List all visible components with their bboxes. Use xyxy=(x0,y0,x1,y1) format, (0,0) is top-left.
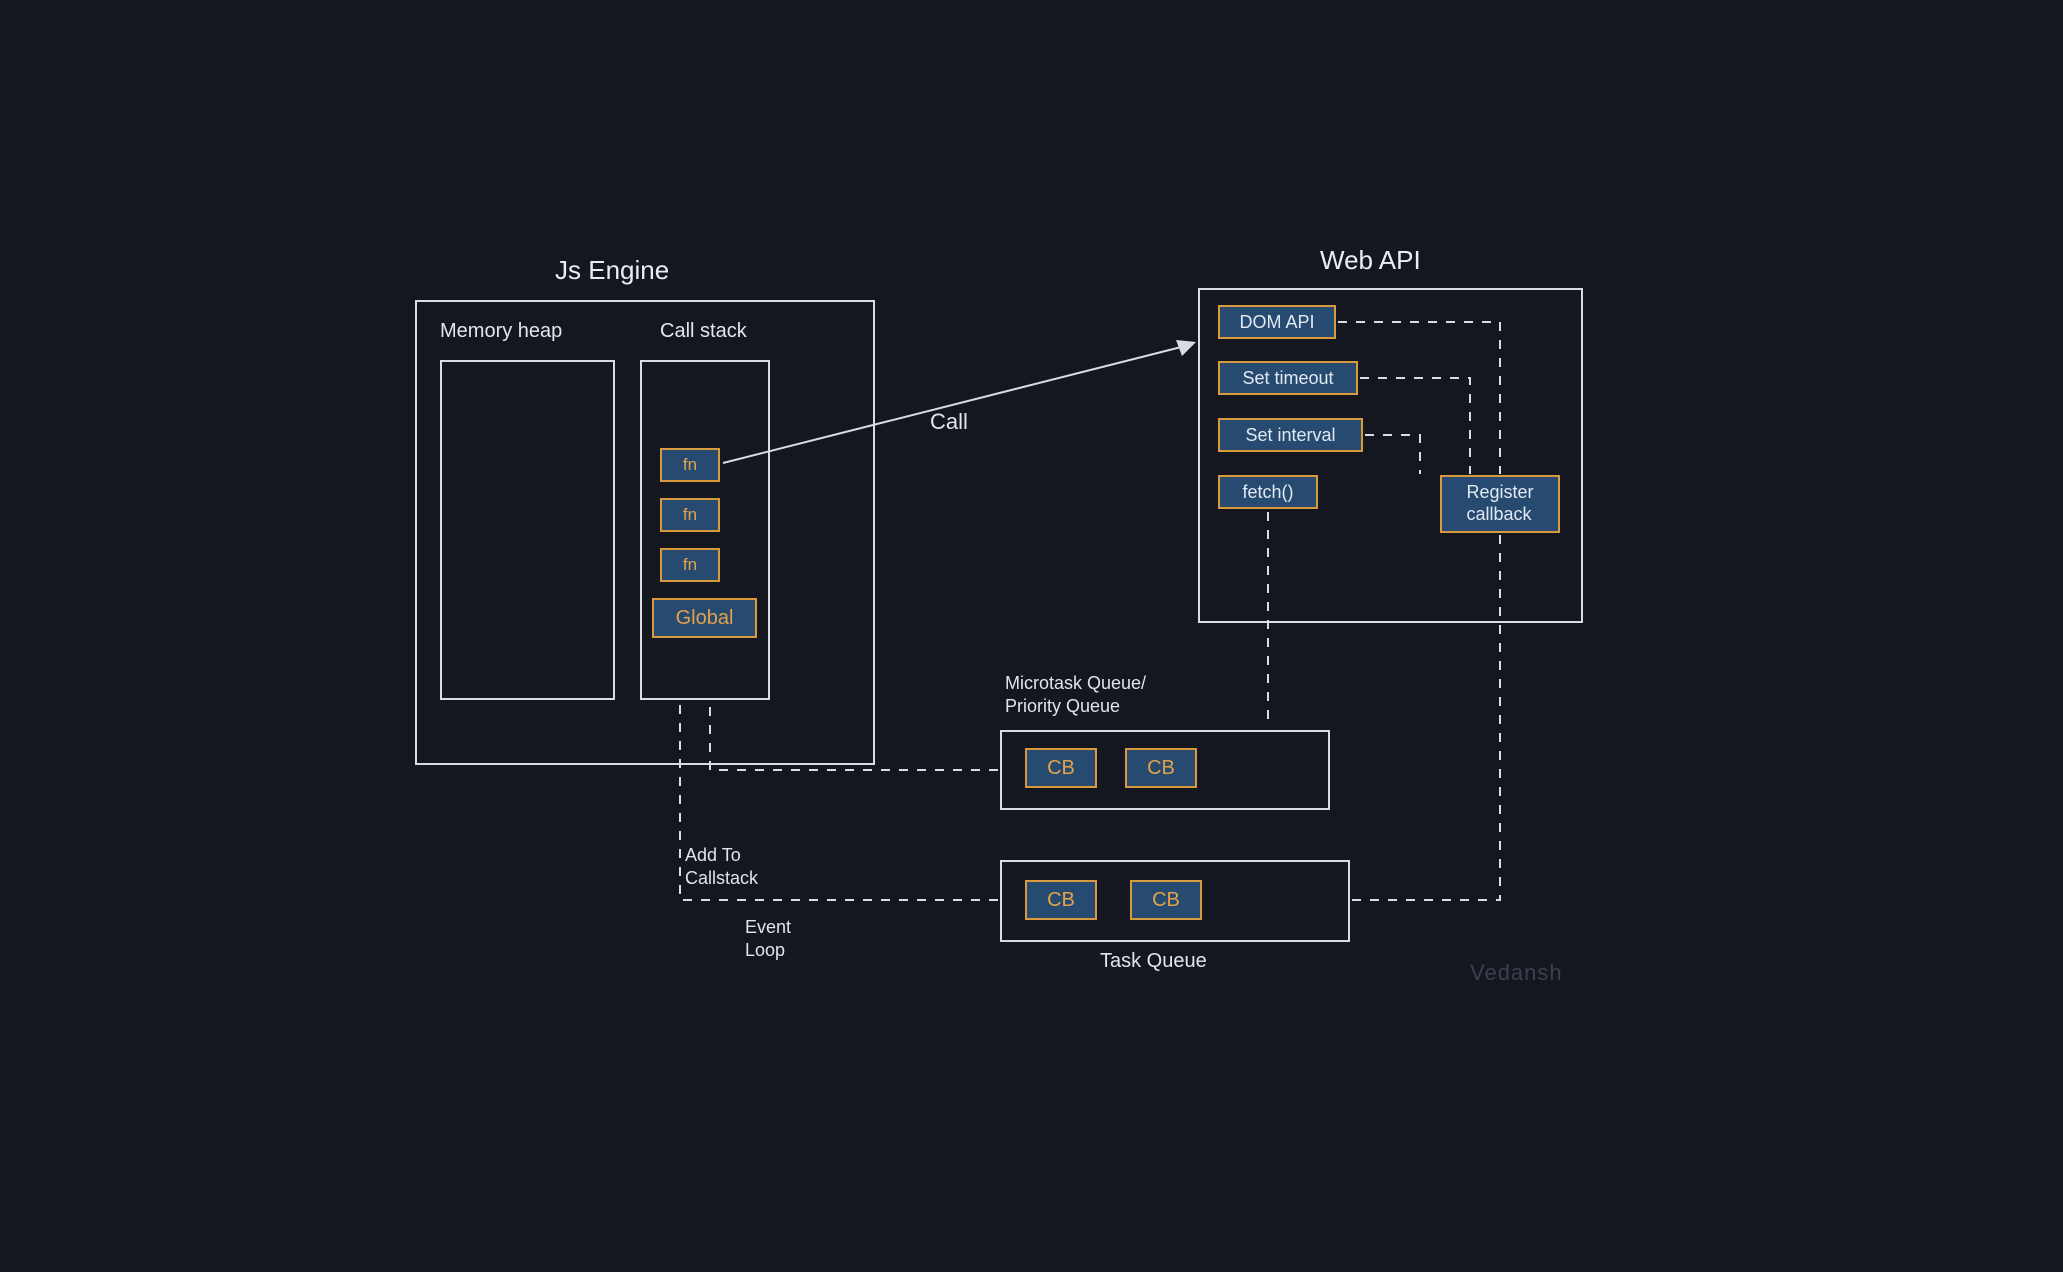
diagram-canvas: Js Engine Memory heap Call stack fn fn f… xyxy=(0,0,2063,1272)
microtask-cb-2: CB xyxy=(1125,748,1197,788)
memory-heap-box xyxy=(440,360,615,700)
author-watermark: Vedansh xyxy=(1470,960,1563,986)
webapi-set-interval: Set interval xyxy=(1218,418,1363,452)
webapi-register-callback: Register callback xyxy=(1440,475,1560,533)
memory-heap-label: Memory heap xyxy=(440,320,562,343)
event-loop-label: Event Loop xyxy=(745,916,791,961)
call-arrow-label: Call xyxy=(930,408,968,436)
web-api-title: Web API xyxy=(1320,245,1421,276)
microtask-cb-1: CB xyxy=(1025,748,1097,788)
webapi-set-timeout: Set timeout xyxy=(1218,361,1358,395)
webapi-dom-api: DOM API xyxy=(1218,305,1336,339)
js-engine-title: Js Engine xyxy=(555,255,669,286)
task-queue-label: Task Queue xyxy=(1100,950,1207,973)
task-cb-1: CB xyxy=(1025,880,1097,920)
microtask-queue-label: Microtask Queue/ Priority Queue xyxy=(1005,672,1146,717)
connectors-overlay xyxy=(0,0,2063,1272)
webapi-fetch: fetch() xyxy=(1218,475,1318,509)
stack-frame-global: Global xyxy=(652,598,757,638)
stack-frame-fn-bot: fn xyxy=(660,548,720,582)
task-cb-2: CB xyxy=(1130,880,1202,920)
stack-frame-fn-mid: fn xyxy=(660,498,720,532)
call-stack-label: Call stack xyxy=(660,320,747,343)
stack-frame-fn-top: fn xyxy=(660,448,720,482)
add-to-callstack-label: Add To Callstack xyxy=(685,844,758,889)
